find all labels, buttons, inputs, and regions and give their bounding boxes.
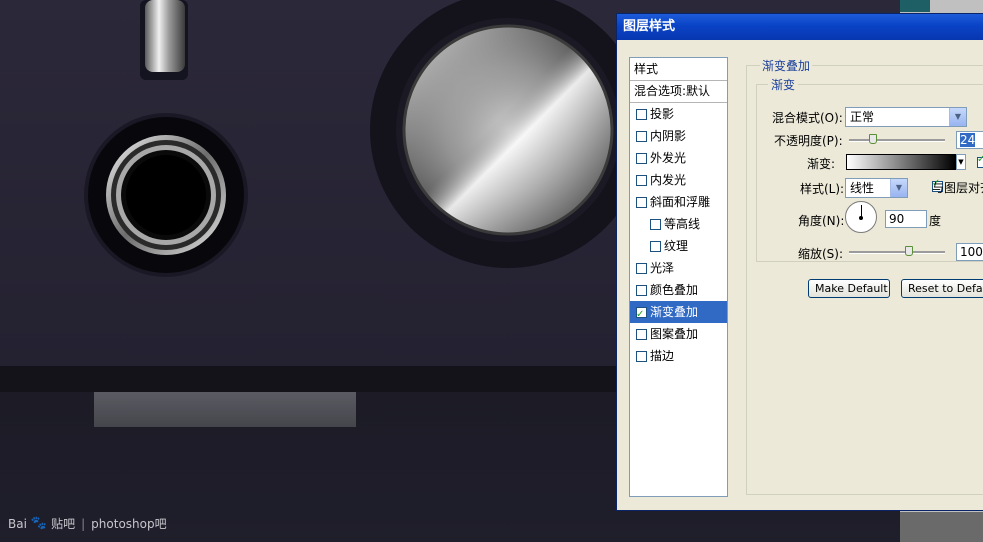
opacity-slider-track[interactable] [849,139,945,142]
background-bottom-area [900,512,983,542]
style-item[interactable]: 颜色叠加 [630,279,727,301]
watermark-separator: | [81,516,86,531]
styles-list-header[interactable]: 样式 [630,58,727,81]
style-label: 样式(L): [800,182,845,196]
layer-style-dialog: 图层样式 样式 混合选项:默认 投影内阴影外发光内发光斜面和浮雕等高线纹理光泽颜… [616,13,983,511]
style-select[interactable]: 线性 ▼ [845,178,908,198]
gradient-overlay-panel: 渐变叠加 渐变 混合模式(O): 正常 ▼ 不透明度(P): 24 渐变: ▼ [746,57,983,497]
panel-sub-title: 渐变 [768,76,799,93]
style-item-checkbox[interactable] [636,284,647,296]
style-item-label: 外发光 [650,151,687,165]
style-items: 投影内阴影外发光内发光斜面和浮雕等高线纹理光泽颜色叠加渐变叠加图案叠加描边 [630,103,727,367]
style-item-checkbox[interactable] [636,196,647,208]
baidu-watermark: Bai 🐾 贴吧 | photoshop吧 [8,515,167,532]
angle-dial[interactable] [845,201,877,233]
style-item-checkbox[interactable] [636,262,647,274]
reverse-checkbox[interactable] [977,154,983,168]
panel-group-title: 渐变叠加 [760,57,813,74]
baidu-paw-icon: 🐾 [30,516,48,531]
dialog-title: 图层样式 [623,19,676,34]
gradient-preview[interactable] [846,154,956,170]
style-item-label: 纹理 [664,239,689,253]
chevron-down-icon: ▼ [949,108,966,126]
opacity-label: 不透明度(P): [774,134,843,148]
blend-mode-label: 混合模式(O): [772,111,843,125]
blend-mode-select[interactable]: 正常 ▼ [845,107,967,127]
style-value: 线性 [850,181,875,195]
blend-mode-value: 正常 [850,110,875,124]
angle-center-dot [859,216,863,220]
gradient-label: 渐变: [807,157,836,171]
style-item-checkbox[interactable] [650,240,661,252]
background-teal-area [900,0,930,12]
scale-label: 缩放(S): [798,247,844,261]
style-item[interactable]: 外发光 [630,147,727,169]
angle-value: 90 [889,212,905,226]
style-item-checkbox[interactable] [636,108,647,120]
style-item[interactable]: 投影 [630,103,727,125]
gradient-dropdown-button[interactable]: ▼ [956,154,966,170]
style-item[interactable]: 图案叠加 [630,323,727,345]
baidu-logo-suffix: 贴吧 [51,517,76,531]
style-item[interactable]: 等高线 [630,213,727,235]
style-item-label: 投影 [650,107,675,121]
scale-slider-track[interactable] [849,251,945,254]
align-with-layer-label: 与图层对齐 [932,181,983,195]
style-item-checkbox[interactable] [636,304,647,326]
reset-to-default-button[interactable]: Reset to Default [901,279,983,298]
angle-label: 角度(N): [798,214,845,228]
style-item[interactable]: 光泽 [630,257,727,279]
dialog-body: 样式 混合选项:默认 投影内阴影外发光内发光斜面和浮雕等高线纹理光泽颜色叠加渐变… [617,40,983,510]
scale-slider-thumb[interactable] [905,246,913,256]
style-item[interactable]: 渐变叠加 [630,301,727,326]
style-item-checkbox[interactable] [650,218,661,230]
style-item-checkbox[interactable] [636,174,647,186]
style-item-label: 等高线 [664,217,701,231]
style-item-label: 内发光 [650,173,687,187]
scale-value: 100 [960,245,983,259]
chevron-down-icon: ▼ [890,179,907,197]
angle-unit: 度 [929,214,942,228]
styles-list: 样式 混合选项:默认 投影内阴影外发光内发光斜面和浮雕等高线纹理光泽颜色叠加渐变… [629,57,728,497]
style-item-label: 渐变叠加 [650,305,699,319]
style-item-label: 描边 [650,349,675,363]
chevron-down-icon: ▼ [958,158,964,166]
watermark-text: photoshop吧 [91,517,167,531]
style-item-checkbox[interactable] [636,350,647,362]
baidu-logo-text: Bai [8,516,27,531]
style-item[interactable]: 描边 [630,345,727,367]
style-item-label: 斜面和浮雕 [650,195,711,209]
scale-input[interactable]: 100 [956,243,983,261]
style-item-label: 颜色叠加 [650,283,699,297]
style-item-label: 图案叠加 [650,327,699,341]
style-item[interactable]: 纹理 [630,235,727,257]
style-item-checkbox[interactable] [636,130,647,142]
opacity-slider-thumb[interactable] [869,134,877,144]
style-item-label: 光泽 [650,261,675,275]
style-item[interactable]: 斜面和浮雕 [630,191,727,213]
make-default-button[interactable]: Make Default [808,279,890,298]
angle-input[interactable]: 90 [885,210,927,228]
style-item-label: 内阴影 [650,129,687,143]
opacity-input[interactable]: 24 [956,131,983,149]
style-item-checkbox[interactable] [636,328,647,340]
dialog-titlebar[interactable]: 图层样式 [617,14,983,40]
style-item[interactable]: 内阴影 [630,125,727,147]
style-item-checkbox[interactable] [636,152,647,164]
opacity-value: 24 [960,133,976,147]
style-item[interactable]: 内发光 [630,169,727,191]
blending-options-item[interactable]: 混合选项:默认 [630,81,727,103]
